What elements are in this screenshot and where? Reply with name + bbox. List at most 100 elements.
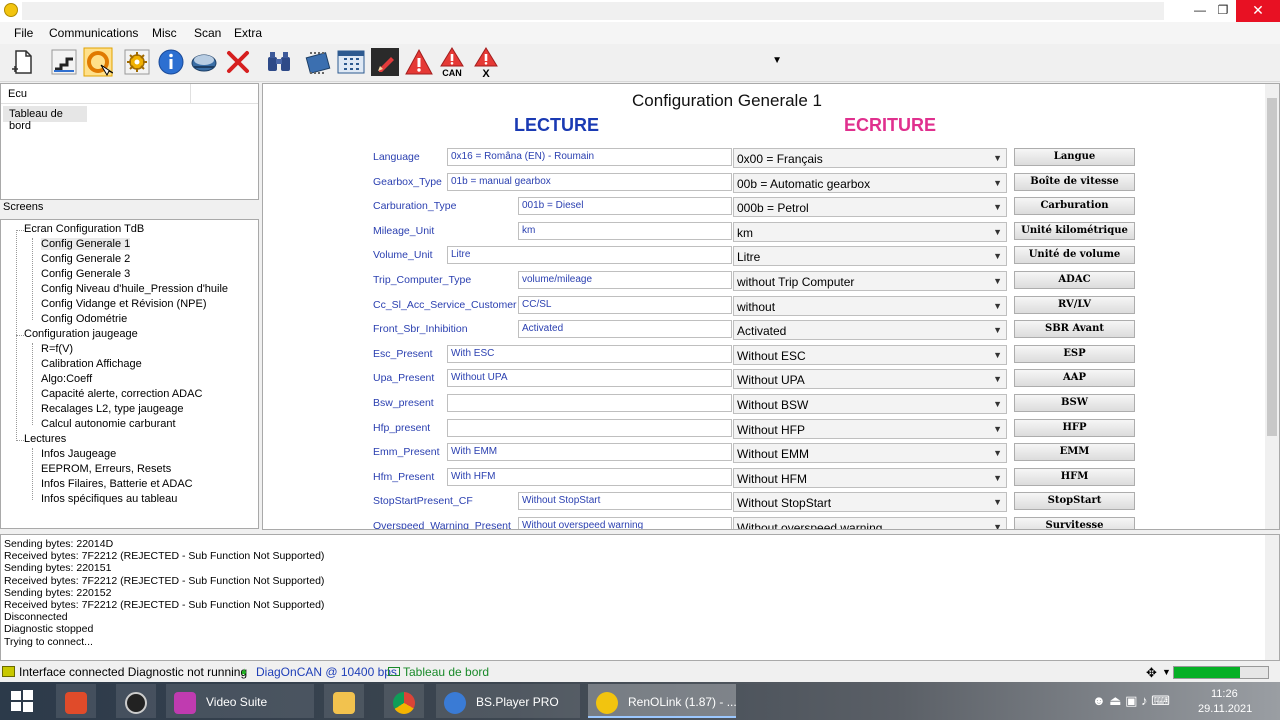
clock-time[interactable]: 11:26 (1211, 688, 1238, 700)
tree-item[interactable]: Config Vidange et Révision (NPE) (41, 298, 207, 310)
write-value-select[interactable]: Without overspeed warning ▼ (733, 517, 1007, 529)
ecu-chip-icon[interactable] (303, 47, 333, 77)
write-value-select[interactable]: Without BSW ▼ (733, 394, 1007, 414)
new-document-icon[interactable] (8, 47, 38, 77)
write-value-select[interactable]: Without UPA ▼ (733, 369, 1007, 390)
tree-item[interactable]: R=f(V) (41, 343, 73, 355)
write-value-select[interactable]: Without EMM ▼ (733, 443, 1007, 464)
tray-icons[interactable]: ☻ ⏏ ▣ ♪ ⌨ (1092, 693, 1170, 709)
menu-file[interactable]: File (14, 26, 33, 40)
write-button[interactable]: Boîte de vitesse (1014, 172, 1135, 191)
log-line: Received bytes: 7F2212 (REJECTED - Sub F… (4, 599, 325, 611)
connect-ring-icon[interactable] (83, 47, 114, 77)
toolbar-combo[interactable]: ▼ (506, 54, 786, 72)
write-button[interactable]: ADAC (1014, 271, 1135, 289)
write-button[interactable]: AAP (1014, 369, 1135, 388)
taskbar-app-power[interactable] (56, 684, 96, 718)
taskbar-app-folder[interactable] (324, 684, 364, 718)
read-value-field: Without overspeed warning (518, 517, 732, 529)
write-button[interactable]: Langue (1014, 148, 1135, 166)
write-button[interactable]: EMM (1014, 443, 1135, 462)
ecu-column-header[interactable]: Ecu (8, 88, 27, 100)
binoculars-icon[interactable] (264, 47, 294, 77)
tree-item[interactable]: EEPROM, Erreurs, Resets (41, 463, 171, 475)
menu-misc[interactable]: Misc (152, 26, 177, 40)
write-button[interactable]: HFP (1014, 418, 1135, 437)
menu-scan[interactable]: Scan (194, 26, 221, 40)
ecu-status: Tableau de bord (403, 665, 490, 679)
warning-icon[interactable] (404, 47, 434, 77)
write-value-select[interactable]: 0x00 = Français ▼ (733, 148, 1007, 168)
chevron-down-icon: ▼ (993, 497, 1002, 508)
write-button[interactable]: RV/LV (1014, 295, 1135, 314)
write-value-select[interactable]: without Trip Computer ▼ (733, 271, 1007, 291)
write-button[interactable]: ESP (1014, 344, 1135, 363)
close-x-icon[interactable] (223, 47, 253, 77)
field-label: Esc_Present (373, 347, 433, 360)
write-value-select[interactable]: km ▼ (733, 221, 1007, 242)
field-label: Gearbox_Type (373, 175, 442, 188)
tree-item[interactable]: Recalages L2, type jaugeage (41, 403, 184, 415)
write-value-select[interactable]: 00b = Automatic gearbox ▼ (733, 172, 1007, 193)
tree-group-jaugeage[interactable]: Configuration jaugeage (24, 328, 138, 340)
write-button[interactable]: Carburation (1014, 197, 1135, 216)
write-button[interactable]: HFM (1014, 467, 1135, 486)
can-warning-icon[interactable]: CAN (437, 47, 467, 78)
tree-item[interactable]: Algo:Coeff (41, 373, 92, 385)
clock-date[interactable]: 29.11.2021 (1198, 703, 1252, 715)
tree-group-ecran[interactable]: Ecran Configuration TdB (24, 223, 144, 235)
tree-item[interactable]: Infos Jaugeage (41, 448, 116, 460)
write-button[interactable]: StopStart (1014, 492, 1135, 511)
chevron-down-icon[interactable]: ▼ (1162, 667, 1171, 677)
write-value-select[interactable]: 000b = Petrol ▼ (733, 197, 1007, 218)
tree-item[interactable]: Calcul autonomie carburant (41, 418, 176, 430)
write-value-select[interactable]: without ▼ (733, 295, 1007, 316)
settings-gear-icon[interactable] (122, 47, 152, 77)
write-button[interactable]: Unité kilométrique (1014, 221, 1135, 240)
ecu-item[interactable]: Tableau de bord (3, 106, 87, 132)
read-value-field: CC/SL (518, 295, 732, 314)
tree-item[interactable]: Capacité alerte, correction ADAC (41, 388, 202, 400)
windows-start-icon[interactable] (10, 682, 38, 720)
taskbar-app-bsplayer[interactable]: BS.Player PRO (436, 684, 580, 718)
clear-warning-icon[interactable]: X (471, 47, 501, 80)
write-button[interactable]: Unité de volume (1014, 246, 1135, 265)
tree-item[interactable]: Infos spécifiques au tableau (41, 493, 177, 505)
renolink-icon (596, 692, 618, 714)
vertical-scrollbar[interactable] (1265, 84, 1279, 529)
connection-icon[interactable] (49, 47, 79, 77)
write-value-select[interactable]: Without HFP ▼ (733, 418, 1007, 439)
tree-item[interactable]: Config Generale 2 (41, 253, 130, 265)
tree-group-lectures[interactable]: Lectures (24, 433, 66, 445)
taskbar-app-camera[interactable] (116, 684, 156, 718)
menu-communications[interactable]: Communications (49, 26, 138, 40)
write-value-select[interactable]: Litre ▼ (733, 246, 1007, 267)
menu-extra[interactable]: Extra (234, 26, 262, 40)
pen-edit-icon[interactable] (370, 47, 400, 77)
field-label: StopStartPresent_CF (373, 495, 473, 508)
tree-item[interactable]: Config Generale 3 (41, 268, 130, 280)
maximize-button[interactable]: ❐ (1206, 0, 1240, 22)
write-button[interactable]: SBR Avant (1014, 320, 1135, 339)
write-value-select[interactable]: Without ESC ▼ (733, 344, 1007, 365)
log-scrollbar[interactable] (1265, 535, 1279, 660)
tree-item-selected[interactable]: Config Generale 1 (41, 238, 131, 250)
write-value-select[interactable]: Without HFM ▼ (733, 467, 1007, 488)
write-value-select[interactable]: Without StopStart ▼ (733, 492, 1007, 513)
close-window-button[interactable]: ✕ (1236, 0, 1280, 22)
write-button[interactable]: BSW (1014, 394, 1135, 412)
tree-item[interactable]: Config Niveau d'huile_Pression d'huile (41, 283, 228, 295)
scrollbar-thumb[interactable] (1267, 98, 1277, 436)
taskbar-app-renolink[interactable]: RenOLink (1.87) - ... (588, 684, 737, 718)
write-button[interactable]: Survitesse (1014, 517, 1135, 529)
taskbar-app-video-suite[interactable]: Video Suite (166, 684, 314, 718)
taskbar-app-chrome[interactable] (384, 684, 424, 718)
tree-item[interactable]: Config Odométrie (41, 313, 127, 325)
move-icon[interactable]: ✥ (1146, 665, 1157, 681)
tree-item[interactable]: Infos Filaires, Batterie et ADAC (41, 478, 193, 490)
info-icon[interactable] (156, 47, 186, 77)
grid-window-icon[interactable] (336, 47, 366, 77)
write-value-select[interactable]: Activated ▼ (733, 320, 1007, 341)
scanner-icon[interactable] (189, 47, 219, 77)
tree-item[interactable]: Calibration Affichage (41, 358, 142, 370)
